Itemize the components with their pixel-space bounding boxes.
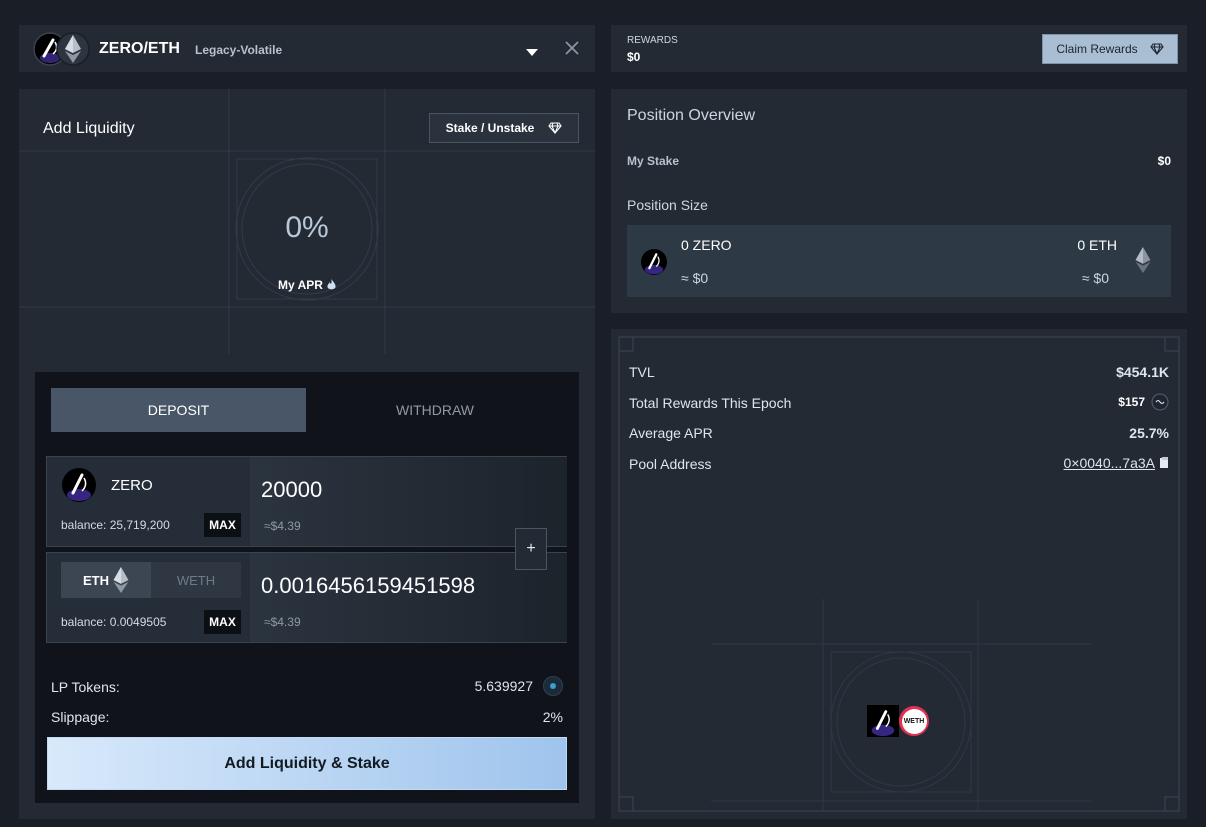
position-overview-panel: Position Overview My Stake $0 Position S…: [611, 89, 1187, 313]
eth-option-label: ETH: [83, 572, 109, 588]
lp-tokens-value: 5.639927: [474, 678, 533, 694]
zero-token-icon: [867, 705, 899, 737]
position-eth-amount: 0 ETH: [1077, 237, 1117, 253]
eth-usd-value: ≈$4.39: [264, 615, 301, 629]
pair-header: ZERO/ETH Legacy-Volatile: [19, 25, 595, 72]
zero-token-icon: [62, 468, 96, 502]
eth-weth-toggle: ETH WETH: [61, 562, 241, 598]
claim-rewards-label: Claim Rewards: [1056, 42, 1138, 56]
eth-diamond-icon: [1135, 247, 1151, 273]
total-rewards-value: $157: [1118, 395, 1145, 409]
gem-icon: [1149, 43, 1164, 55]
tvl-value: $454.1K: [1116, 364, 1169, 380]
tab-deposit-label: DEPOSIT: [147, 402, 210, 418]
eth-max-button[interactable]: MAX: [204, 610, 241, 634]
zero-balance: balance: 25,719,200: [61, 518, 170, 532]
deposit-card: DEPOSIT WITHDRAW ZERO balance: 25,719,20…: [35, 372, 579, 803]
zero-token-icon: [33, 32, 90, 66]
slippage-value: 2%: [542, 709, 563, 725]
eth-input-row: ETH WETH balance: 0.0049505 MAX 0.001645…: [46, 552, 567, 643]
slippage-label: Slippage:: [51, 709, 110, 725]
my-stake-label: My Stake: [627, 154, 680, 168]
add-liquidity-stake-button[interactable]: Add Liquidity & Stake: [47, 737, 567, 790]
eth-option[interactable]: ETH: [61, 562, 151, 598]
position-zero-amount: 0 ZERO: [681, 237, 732, 253]
reward-token-icon: [1151, 393, 1169, 411]
close-icon[interactable]: [565, 41, 579, 55]
pool-address-row: 0×0040...7a3A: [1064, 455, 1169, 471]
plus-button[interactable]: +: [515, 528, 547, 570]
tvl-label: TVL: [629, 364, 655, 380]
eth-diamond-icon: [65, 35, 81, 63]
zero-token-name: ZERO: [111, 477, 153, 494]
pool-address-label: Pool Address: [629, 456, 712, 472]
rewards-value: $0: [627, 50, 641, 64]
tab-withdraw-label: WITHDRAW: [395, 402, 475, 418]
gem-icon: [548, 122, 563, 134]
fire-icon: [327, 279, 336, 290]
copy-icon[interactable]: [1159, 457, 1169, 469]
claim-rewards-button[interactable]: Claim Rewards: [1042, 34, 1178, 64]
zero-token-icon: [641, 249, 667, 275]
pool-token-logos: WETH: [867, 705, 933, 737]
add-liquidity-title: Add Liquidity: [43, 120, 135, 137]
pool-stats-panel: TVL $454.1K Total Rewards This Epoch $15…: [611, 329, 1187, 819]
position-eth-usd: ≈ $0: [1081, 270, 1109, 286]
pool-type-label: Legacy-Volatile: [195, 43, 283, 57]
lp-tokens-value-row: 5.639927: [475, 676, 563, 696]
zero-amount-value: 20000: [261, 477, 323, 502]
rewards-label: REWARDS: [627, 35, 678, 46]
add-liquidity-panel: Add Liquidity Stake / Unstake 0% My APR …: [19, 89, 595, 819]
tab-deposit[interactable]: DEPOSIT: [51, 388, 306, 432]
rewards-bar: REWARDS $0 Claim Rewards: [611, 25, 1187, 72]
position-size-label: Position Size: [627, 197, 708, 213]
zero-usd-value: ≈$4.39: [264, 519, 301, 533]
my-apr-label: My APR: [278, 278, 323, 292]
my-stake-value: $0: [1157, 154, 1171, 168]
lp-token-icon: [543, 676, 563, 696]
position-overview-title: Position Overview: [627, 107, 756, 124]
pair-title: ZERO/ETH: [99, 40, 180, 57]
weth-badge-text: WETH: [903, 717, 925, 725]
zero-input-row: ZERO balance: 25,719,200 MAX 20000 ≈$4.3…: [46, 456, 567, 547]
stake-unstake-button[interactable]: Stake / Unstake: [429, 113, 579, 143]
position-size-card: 0 ZERO ≈ $0 0 ETH ≈ $0: [627, 225, 1171, 297]
pair-token-icons: [33, 32, 93, 66]
average-apr-value: 25.7%: [1129, 425, 1169, 441]
stake-unstake-label: Stake / Unstake: [445, 121, 535, 135]
tab-withdraw[interactable]: WITHDRAW: [307, 388, 563, 432]
weth-option[interactable]: WETH: [151, 562, 241, 598]
pool-address-link[interactable]: 0×0040...7a3A: [1064, 455, 1155, 471]
eth-balance: balance: 0.0049505: [61, 615, 167, 629]
my-apr-value: 0%: [285, 211, 329, 244]
my-apr-label-row: My APR: [257, 278, 357, 292]
add-liquidity-stake-label: Add Liquidity & Stake: [224, 754, 390, 772]
zero-max-button[interactable]: MAX: [204, 513, 241, 537]
weth-token-icon: WETH: [899, 706, 929, 736]
chevron-down-icon[interactable]: [526, 44, 538, 56]
eth-diamond-icon: [113, 567, 129, 593]
total-rewards-value-row: $157: [1118, 393, 1169, 411]
total-rewards-label: Total Rewards This Epoch: [629, 395, 792, 411]
lp-tokens-label: LP Tokens:: [51, 679, 120, 695]
position-zero-usd: ≈ $0: [681, 270, 709, 286]
eth-amount-value: 0.0016456159451598: [261, 573, 476, 598]
average-apr-label: Average APR: [629, 425, 713, 441]
